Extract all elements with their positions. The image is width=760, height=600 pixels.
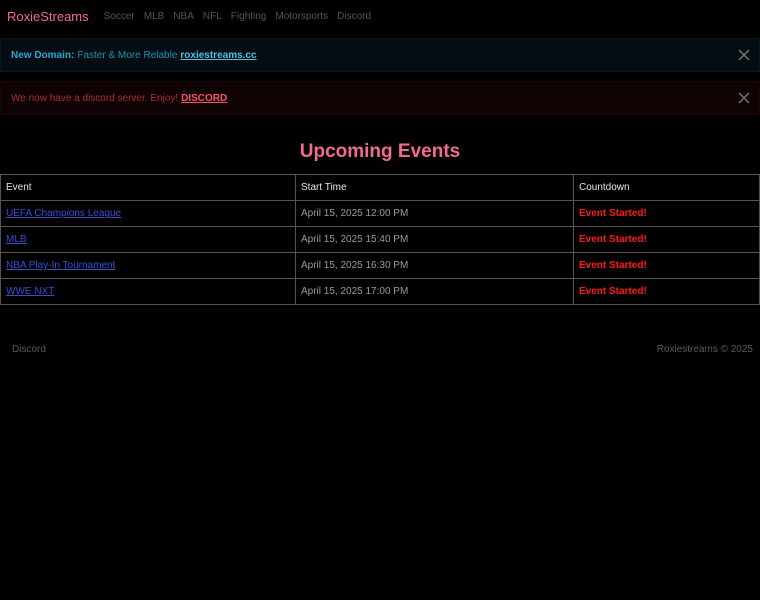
header-event: Event	[0, 174, 296, 201]
alert-lead: New Domain:	[11, 49, 75, 61]
nav-link-mlb[interactable]: MLB	[144, 11, 165, 22]
start-time-cell: April 15, 2025 16:30 PM	[295, 252, 574, 279]
nav-link-discord[interactable]: Discord	[337, 11, 371, 22]
table-header-row: Event Start Time Countdown	[0, 174, 760, 201]
header-countdown: Countdown	[573, 174, 760, 201]
nav-link-motorsports[interactable]: Motorsports	[275, 11, 328, 22]
footer-discord-link[interactable]: Discord	[12, 344, 46, 355]
table-row: WWE NXT April 15, 2025 17:00 PM Event St…	[0, 278, 760, 305]
countdown-cell: Event Started!	[573, 252, 760, 279]
new-domain-alert: New Domain: Faster & More Relable roxies…	[0, 38, 760, 72]
event-cell: UEFA Champions League	[0, 200, 296, 227]
table-row: NBA Play-In Tournament April 15, 2025 16…	[0, 252, 760, 279]
table-row: UEFA Champions League April 15, 2025 12:…	[0, 200, 760, 227]
new-domain-link[interactable]: roxiestreams.cc	[180, 50, 256, 61]
copyright-text: Roxiestreams © 2025	[656, 344, 753, 355]
start-time-cell: April 15, 2025 17:00 PM	[295, 278, 574, 305]
countdown-cell: Event Started!	[573, 226, 760, 253]
alert-text: We now have a discord server. Enjoy!	[11, 92, 179, 104]
event-cell: WWE NXT	[0, 278, 296, 305]
alert-text: Faster & More Relable	[77, 49, 178, 61]
brand-link[interactable]: RoxieStreams	[7, 9, 89, 24]
nav-link-nfl[interactable]: NFL	[203, 11, 222, 22]
event-link[interactable]: WWE NXT	[6, 286, 54, 297]
discord-alert-link[interactable]: DISCORD	[181, 93, 227, 104]
events-table: Event Start Time Countdown UEFA Champion…	[0, 174, 760, 305]
navbar: RoxieStreams Soccer MLB NBA NFL Fighting…	[0, 0, 760, 32]
footer: Discord Roxiestreams © 2025	[0, 344, 760, 355]
countdown-cell: Event Started!	[573, 278, 760, 305]
countdown-cell: Event Started!	[573, 200, 760, 227]
discord-alert: We now have a discord server. Enjoy! DIS…	[0, 81, 760, 115]
nav-link-nba[interactable]: NBA	[173, 11, 194, 22]
event-cell: MLB	[0, 226, 296, 253]
event-link[interactable]: NBA Play-In Tournament	[6, 260, 115, 271]
nav-link-fighting[interactable]: Fighting	[231, 11, 267, 22]
event-link[interactable]: UEFA Champions League	[6, 208, 121, 219]
close-icon[interactable]	[738, 92, 750, 104]
start-time-cell: April 15, 2025 12:00 PM	[295, 200, 574, 227]
close-icon[interactable]	[738, 49, 750, 61]
nav-link-soccer[interactable]: Soccer	[104, 11, 135, 22]
event-cell: NBA Play-In Tournament	[0, 252, 296, 279]
table-row: MLB April 15, 2025 15:40 PM Event Starte…	[0, 226, 760, 253]
event-link[interactable]: MLB	[6, 234, 27, 245]
page-title: Upcoming Events	[299, 141, 461, 162]
header-start-time: Start Time	[295, 174, 574, 201]
start-time-cell: April 15, 2025 15:40 PM	[295, 226, 574, 253]
